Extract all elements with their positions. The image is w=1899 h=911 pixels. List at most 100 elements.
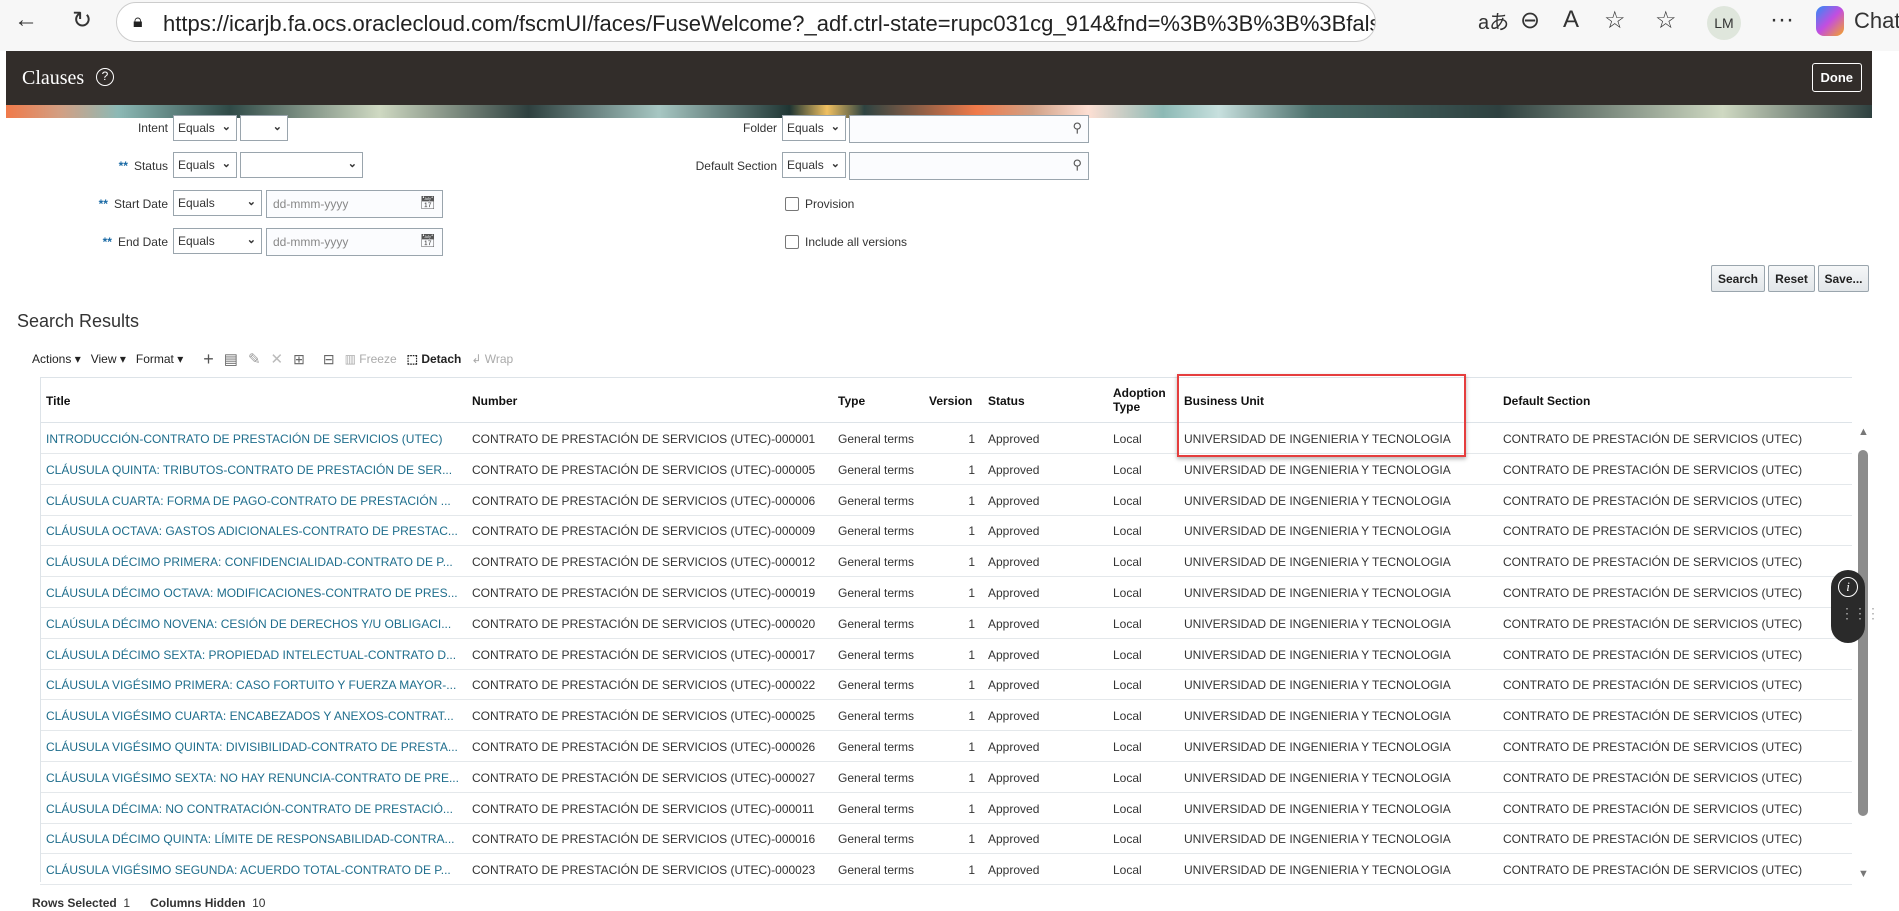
table-row[interactable]: CLÁUSULA VIGÉSIMO QUINTA: DIVISIBILIDAD-…: [40, 731, 1852, 762]
table-row[interactable]: CLÁUSULA DÉCIMO PRIMERA: CONFIDENCIALIDA…: [40, 546, 1852, 578]
version-cell: 1: [968, 586, 975, 600]
query-by-example-icon[interactable]: ⊟: [323, 351, 335, 368]
profile-avatar[interactable]: LM: [1707, 6, 1741, 40]
default-section-cell: CONTRATO DE PRESTACIÓN DE SERVICIOS (UTE…: [1503, 462, 1803, 477]
business-unit-cell: UNIVERSIDAD DE INGENIERIA Y TECNOLOGIA: [1184, 586, 1451, 600]
include-all-versions-checkbox[interactable]: [785, 235, 799, 249]
table-row[interactable]: CLÁUSULA DÉCIMO QUINTA: LÍMITE DE RESPON…: [40, 823, 1852, 855]
column-header-type[interactable]: Type: [838, 394, 865, 408]
default-section-cell: CONTRATO DE PRESTACIÓN DE SERVICIOS (UTE…: [1503, 586, 1803, 600]
search-icon[interactable]: ⚲: [1072, 157, 1082, 173]
placeholder: dd-mmm-yyyy: [273, 197, 349, 211]
column-header-version[interactable]: Version: [929, 394, 972, 408]
actions-menu[interactable]: Actions ▾: [32, 352, 81, 366]
default-section-cell: CONTRATO DE PRESTACIÓN DE SERVICIOS (UTE…: [1503, 832, 1803, 847]
column-header-status[interactable]: Status: [988, 394, 1025, 408]
edit-icon[interactable]: ✎: [248, 350, 261, 368]
operator-value: Equals: [787, 158, 824, 172]
table-row[interactable]: INTRODUCCIÓN-CONTRATO DE PRESTACIÓN DE S…: [40, 423, 1852, 454]
status-value-select[interactable]: ⌄: [240, 152, 363, 178]
table-row[interactable]: CLAÚSULA DÉCIMO NOVENA: CESIÓN DE DERECH…: [40, 608, 1852, 639]
table-row[interactable]: CLÁUSULA DÉCIMO SEXTA: PROPIEDAD INTELEC…: [40, 639, 1852, 670]
status-operator-select[interactable]: Equals ⌄: [173, 152, 237, 178]
folder-input[interactable]: ⚲: [849, 115, 1089, 143]
more-icon[interactable]: ···: [1770, 6, 1794, 34]
scroll-up-icon[interactable]: ▲: [1858, 426, 1869, 438]
freeze-button[interactable]: ▥ Freeze: [345, 352, 397, 366]
default-section-input[interactable]: ⚲: [849, 152, 1089, 180]
provision-checkbox[interactable]: [785, 197, 799, 211]
table-row[interactable]: CLÁUSULA VIGÉSIMO CUARTA: ENCABEZADOS Y …: [40, 700, 1852, 732]
default-section-operator-select[interactable]: Equals ⌄: [782, 152, 846, 178]
table-row[interactable]: CLÁUSULA CUARTA: FORMA DE PAGO-CONTRATO …: [40, 485, 1852, 516]
default-section-cell: CONTRATO DE PRESTACIÓN DE SERVICIOS (UTE…: [1503, 647, 1803, 662]
info-icon[interactable]: i: [1838, 577, 1858, 597]
version-cell: 1: [968, 462, 975, 477]
table-row[interactable]: CLÁUSULA DÉCIMA: NO CONTRATACIÓN-CONTRAT…: [40, 793, 1852, 824]
table-row[interactable]: CLÁUSULA DÉCIMO OCTAVA: MODIFICACIONES-C…: [40, 577, 1852, 608]
table-row[interactable]: CLÁUSULA OCTAVA: GASTOS ADICIONALES-CONT…: [40, 515, 1852, 547]
search-button[interactable]: Search: [1711, 265, 1765, 292]
column-header-adoption-type[interactable]: Adoption Type: [1113, 386, 1173, 414]
end-date-operator-select[interactable]: Equals ⌄: [173, 228, 262, 254]
status-cell: Approved: [988, 555, 1040, 570]
scroll-down-icon[interactable]: ▼: [1858, 868, 1869, 880]
help-icon[interactable]: ?: [96, 68, 114, 86]
adoption-type-cell: Local: [1113, 493, 1142, 508]
table-row[interactable]: CLÁUSULA VIGÉSIMO SEXTA: NO HAY RENUNCIA…: [40, 762, 1852, 793]
chevron-down-icon: ⌄: [830, 121, 840, 133]
detach-button[interactable]: ⬚ Detach: [407, 352, 462, 366]
view-menu[interactable]: View ▾: [91, 352, 126, 366]
table-row[interactable]: CLÁUSULA VIGÉSIMO SEGUNDA: ACUERDO TOTAL…: [40, 854, 1852, 886]
chat-label[interactable]: Chat: [1854, 8, 1899, 34]
version-cell: 1: [968, 770, 975, 785]
favorites-icon[interactable]: ☆: [1655, 6, 1677, 35]
browser-toolbar: ← ↻ 🔒︎ https://icarjb.fa.ocs.oraclecloud…: [0, 0, 1899, 51]
operator-value: Equals: [178, 121, 215, 135]
copilot-icon[interactable]: [1816, 6, 1844, 36]
column-header-number[interactable]: Number: [472, 394, 517, 408]
address-bar[interactable]: 🔒︎ https://icarjb.fa.ocs.oraclecloud.com…: [116, 2, 1376, 42]
favorite-star-icon[interactable]: ☆: [1604, 6, 1626, 35]
actions-label: Actions: [32, 352, 72, 366]
intent-value-select[interactable]: ⌄: [240, 115, 288, 141]
zoom-out-icon[interactable]: ⊖: [1520, 6, 1540, 35]
back-icon[interactable]: ←: [14, 6, 38, 34]
format-menu[interactable]: Format ▾: [136, 352, 183, 366]
translate-icon[interactable]: aあ: [1478, 6, 1509, 35]
end-date-input[interactable]: dd-mmm-yyyy 📅︎: [266, 228, 443, 256]
start-date-input[interactable]: dd-mmm-yyyy 📅︎: [266, 190, 443, 218]
start-date-label-text: Start Date: [113, 197, 168, 211]
column-header-default-section[interactable]: Default Section: [1503, 394, 1590, 408]
table-row[interactable]: CLÁUSULA VIGÉSIMO PRIMERA: CASO FORTUITO…: [40, 669, 1852, 701]
calendar-icon[interactable]: 📅︎: [419, 233, 436, 249]
table-row[interactable]: CLÁUSULA QUINTA: TRIBUTOS-CONTRATO DE PR…: [40, 454, 1852, 485]
adoption-type-cell: Local: [1113, 555, 1142, 570]
grid-dots-icon[interactable]: ⋮⋮⋮: [1840, 606, 1880, 620]
columns-icon[interactable]: ⊞: [293, 351, 305, 368]
column-header-title[interactable]: Title: [46, 394, 70, 408]
save-button[interactable]: Save...: [1818, 265, 1869, 292]
end-date-label-text: End Date: [117, 235, 168, 249]
wrap-button[interactable]: ↲ Wrap: [471, 352, 513, 366]
folder-operator-select[interactable]: Equals ⌄: [782, 115, 846, 141]
add-icon[interactable]: +: [203, 349, 214, 370]
refresh-icon[interactable]: ↻: [72, 6, 92, 35]
status-label: ** Status: [8, 159, 168, 173]
calendar-icon[interactable]: 📅︎: [419, 195, 436, 211]
delete-icon[interactable]: ✕: [271, 350, 284, 368]
read-aloud-icon[interactable]: A: [1563, 6, 1579, 34]
adoption-type-cell: Local: [1113, 524, 1142, 539]
done-button[interactable]: Done: [1811, 63, 1862, 92]
duplicate-icon[interactable]: ▤: [224, 350, 238, 368]
search-icon[interactable]: ⚲: [1072, 120, 1082, 136]
start-date-operator-select[interactable]: Equals ⌄: [173, 190, 262, 216]
floating-help-widget[interactable]: i ⋮⋮⋮: [1831, 570, 1880, 643]
status-cell: Approved: [988, 586, 1040, 600]
provision-label: Provision: [805, 197, 855, 211]
reset-button[interactable]: Reset: [1768, 265, 1815, 292]
format-label: Format: [135, 352, 174, 366]
adoption-type-cell: Local: [1113, 616, 1142, 631]
intent-operator-select[interactable]: Equals ⌄: [173, 115, 237, 141]
columns-hidden-value: 10: [252, 896, 266, 910]
